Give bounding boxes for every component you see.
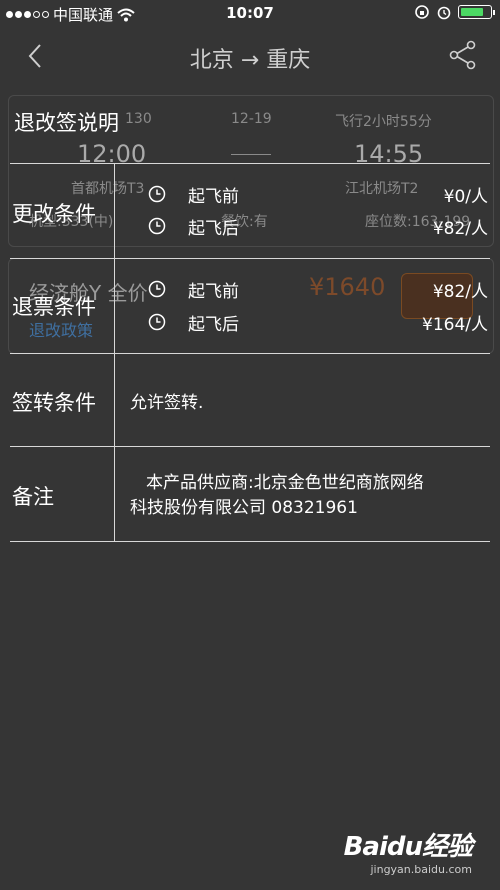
clock-icon <box>148 217 166 235</box>
clock-icon <box>148 280 166 298</box>
clock-icon <box>148 313 166 331</box>
refund-after-departure: 起飞后 ¥164/人 <box>148 310 488 335</box>
divider <box>10 163 490 164</box>
remark-text-line1: 本产品供应商:北京金色世纪商旅网络 <box>146 473 424 493</box>
remark-text-line2: 科技股份有限公司 08321961 <box>130 498 358 518</box>
condition-time: 起飞前 <box>188 282 239 302</box>
divider <box>10 353 490 354</box>
refund-change-dialog: 退改签说明 更改条件 起飞前 ¥0/人 起飞后 ¥82/人 退票条件 起飞前 ¥… <box>0 0 500 890</box>
column-divider <box>114 164 115 258</box>
baidu-logo: Baidu经验 <box>343 832 473 862</box>
dialog-title: 退改签说明 <box>14 111 119 135</box>
column-divider <box>114 354 115 446</box>
endorse-conditions-text: 允许签转. <box>130 393 204 413</box>
refund-conditions-label: 退票条件 <box>12 295 96 319</box>
condition-fee: ¥82/人 <box>432 282 488 302</box>
change-before-departure: 起飞前 ¥0/人 <box>148 182 488 207</box>
remark-label: 备注 <box>12 485 54 509</box>
condition-time: 起飞前 <box>188 187 239 207</box>
condition-fee: ¥82/人 <box>432 219 488 239</box>
divider <box>10 446 490 447</box>
clock-icon <box>148 185 166 203</box>
condition-fee: ¥164/人 <box>422 315 488 335</box>
watermark-url: jingyan.baidu.com <box>370 863 472 876</box>
divider <box>10 541 490 542</box>
column-divider <box>114 259 115 353</box>
condition-time: 起飞后 <box>188 315 239 335</box>
divider <box>10 258 490 259</box>
change-conditions-label: 更改条件 <box>12 202 96 226</box>
condition-fee: ¥0/人 <box>443 187 488 207</box>
endorse-conditions-label: 签转条件 <box>12 391 96 415</box>
change-after-departure: 起飞后 ¥82/人 <box>148 214 488 239</box>
refund-before-departure: 起飞前 ¥82/人 <box>148 277 488 302</box>
baidu-jingyan-watermark: Baidu经验 jingyan.baidu.com <box>343 826 473 876</box>
column-divider <box>114 447 115 541</box>
condition-time: 起飞后 <box>188 219 239 239</box>
